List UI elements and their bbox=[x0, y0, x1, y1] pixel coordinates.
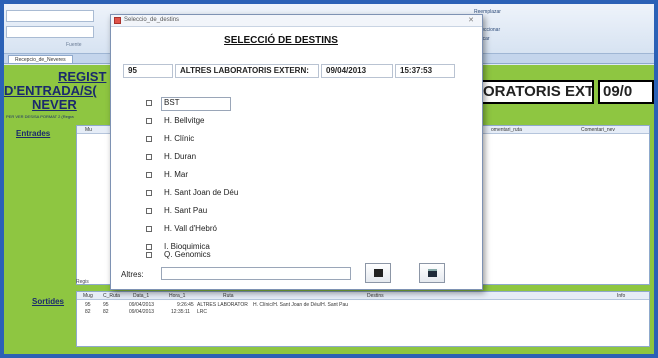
save-icon bbox=[428, 269, 437, 277]
checkbox[interactable] bbox=[146, 100, 152, 106]
destination-label: H. Sant Joan de Déu bbox=[164, 188, 239, 197]
date-display: 09/0 bbox=[598, 80, 654, 104]
dialog-title: Seleccio_de_destins bbox=[124, 17, 180, 23]
form-icon bbox=[114, 17, 121, 24]
cell-data: 09/04/2013 bbox=[129, 309, 155, 315]
destination-label: H. Sant Pau bbox=[164, 206, 208, 215]
cell-c-ruta: 95 bbox=[103, 302, 109, 308]
destination-label: H. Mar bbox=[164, 170, 188, 179]
record-navigator[interactable]: Regis bbox=[76, 279, 89, 285]
date-field[interactable]: 09/04/2013 bbox=[321, 64, 393, 78]
column-header[interactable]: Hora_1 bbox=[169, 293, 185, 299]
checkbox[interactable] bbox=[146, 208, 152, 214]
form-title-line-2: D'ENTRADA/S( bbox=[4, 83, 97, 98]
time-field[interactable]: 15:37:53 bbox=[395, 64, 455, 78]
column-header[interactable]: omentari_ruta bbox=[491, 127, 522, 133]
save-button[interactable] bbox=[419, 263, 445, 283]
form-subtitle: PER VER DES/SA PORMAT 2 (Regra bbox=[6, 114, 74, 119]
ribbon-group-label: Fuente bbox=[66, 42, 82, 48]
dialog-titlebar[interactable]: Seleccio_de_destins ✕ bbox=[111, 15, 482, 27]
checkbox[interactable] bbox=[146, 226, 152, 232]
destination-label: BST bbox=[164, 98, 180, 107]
cell-hora: 12:35:11 bbox=[171, 309, 191, 315]
checkbox[interactable] bbox=[146, 118, 152, 124]
font-combo[interactable] bbox=[6, 10, 94, 22]
sortides-grid[interactable]: Mug C_Ruta Data_1 Hora_1 Ruta Destins In… bbox=[76, 291, 650, 347]
column-header[interactable]: Mu bbox=[85, 127, 92, 133]
column-header[interactable]: Info bbox=[617, 293, 625, 299]
destination-label: H. Duran bbox=[164, 152, 197, 161]
lab-display: ORATORIS EXTE bbox=[478, 80, 594, 104]
cell-c-ruta: 82 bbox=[103, 309, 109, 315]
column-header[interactable]: Mug bbox=[83, 293, 93, 299]
form-title-line-3: NEVER bbox=[32, 97, 77, 112]
number-field[interactable]: 95 bbox=[123, 64, 173, 78]
column-header[interactable]: Ruta bbox=[223, 293, 234, 299]
column-header[interactable]: Destins bbox=[367, 293, 384, 299]
altres-label: Altres: bbox=[121, 270, 144, 279]
clear-button[interactable] bbox=[365, 263, 391, 283]
column-header[interactable]: Data_1 bbox=[133, 293, 149, 299]
checkbox[interactable] bbox=[146, 244, 152, 250]
column-header[interactable]: Comentari_nev bbox=[581, 127, 615, 133]
cell-destins: H. Clínic/H. Sant Joan de Déu/H. Sant Pa… bbox=[253, 302, 349, 308]
altres-input[interactable] bbox=[161, 267, 351, 280]
cell-mug: 82 bbox=[85, 309, 91, 315]
cell-hora: 9:26:45 bbox=[177, 302, 194, 308]
checkbox[interactable] bbox=[146, 190, 152, 196]
destination-label: H. Clínic bbox=[164, 134, 195, 143]
sortides-grid-header: Mug C_Ruta Data_1 Hora_1 Ruta Destins In… bbox=[77, 292, 649, 300]
close-icon[interactable]: ✕ bbox=[465, 16, 477, 25]
form-title-line-1: REGIST bbox=[58, 69, 107, 84]
cell-data: 09/04/2013 bbox=[129, 302, 155, 308]
destination-label: Q. Genomics bbox=[164, 250, 211, 259]
checkbox[interactable] bbox=[146, 136, 152, 142]
window-frame: Fuente Reemplazar Ir a Seleccionar Busca… bbox=[0, 0, 658, 358]
checkbox[interactable] bbox=[146, 172, 152, 178]
cell-ruta: LRC bbox=[197, 309, 208, 315]
cell-ruta: ALTRES LABORATOR bbox=[197, 302, 248, 308]
destination-label: H. Bellvitge bbox=[164, 116, 205, 125]
checkbox[interactable] bbox=[146, 154, 152, 160]
document-tab[interactable]: Recepcio_de_Neveres bbox=[8, 55, 73, 64]
size-combo[interactable] bbox=[6, 26, 94, 38]
sortides-label: Sortides bbox=[32, 297, 65, 306]
column-header[interactable]: C_Ruta bbox=[103, 293, 120, 299]
dialog-heading: SELECCIÓ DE DESTINS bbox=[224, 35, 338, 46]
entrades-label: Entrades bbox=[16, 129, 51, 138]
selection-dialog: Seleccio_de_destins ✕ SELECCIÓ DE DESTIN… bbox=[110, 14, 483, 290]
checkbox[interactable] bbox=[146, 252, 152, 258]
destination-label: H. Vall d'Hebró bbox=[164, 224, 217, 233]
lab-field[interactable]: ALTRES LABORATORIS EXTERN: bbox=[175, 64, 319, 78]
eraser-icon bbox=[374, 269, 383, 277]
app-window: Fuente Reemplazar Ir a Seleccionar Busca… bbox=[4, 4, 654, 354]
cell-mug: 95 bbox=[85, 302, 91, 308]
